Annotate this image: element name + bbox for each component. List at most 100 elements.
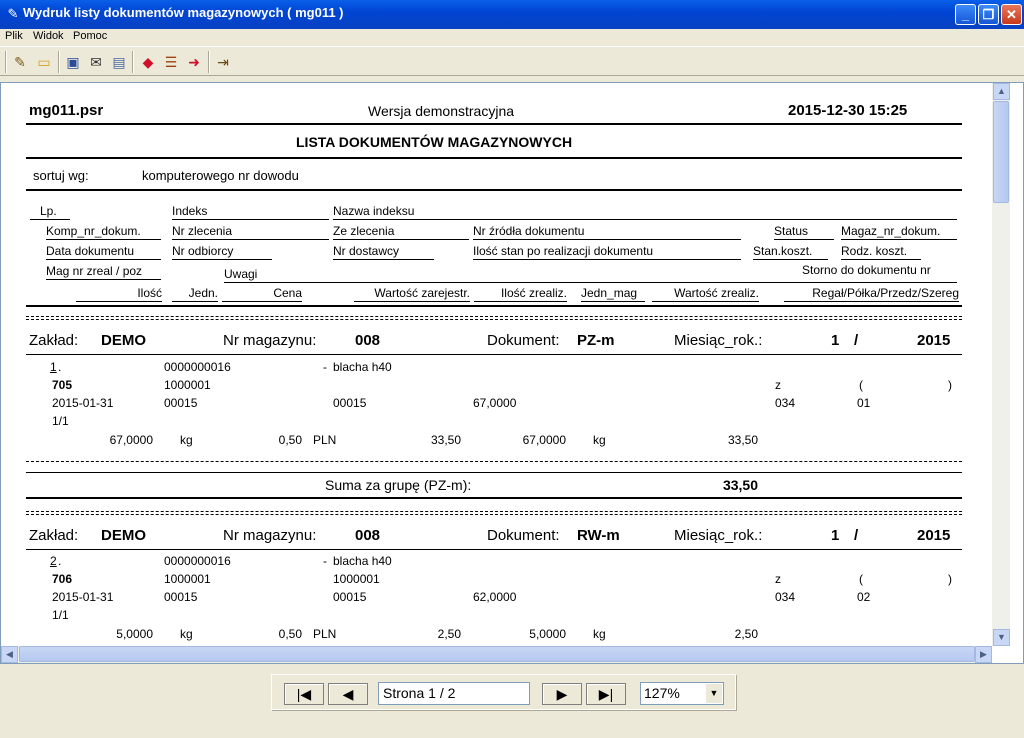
col-ilosc: Ilość [76, 286, 162, 302]
app-icon: ✎ [7, 6, 19, 21]
row-jednmag: kg [593, 433, 606, 447]
row-dostawcy: 00015 [333, 396, 367, 410]
horizontal-scrollbar[interactable]: ◀ ▶ [1, 646, 992, 663]
zaklad-label: Zakład: [29, 527, 79, 544]
row-stan: 62,0000 [473, 590, 517, 604]
row-odbiorcy: 00015 [164, 590, 198, 604]
email-icon[interactable]: ✉ [86, 52, 106, 72]
toolbar-separator [5, 51, 7, 73]
arrow-right-icon[interactable]: ➜ [184, 52, 204, 72]
row-wartzar: 2,50 [437, 627, 461, 641]
row-nazwa: blacha h40 [333, 554, 392, 568]
col-stankoszt: Stan.koszt. [753, 244, 828, 260]
miesiac-value: 1 [831, 527, 840, 544]
save-icon[interactable]: ▣ [63, 52, 83, 72]
toolbar: ✎ ▭ ▣ ✉ ▤ ◆ ☰ ➜ ⇥ [0, 46, 1024, 76]
exit-icon[interactable]: ⇥ [213, 52, 233, 72]
col-komp: Komp_nr_dokum. [46, 224, 161, 240]
row-wartzreal: 2,50 [734, 627, 758, 641]
list-icon[interactable]: ☰ [161, 52, 181, 72]
report-heading: LISTA DOKUMENTÓW MAGAZYNOWYCH [296, 134, 573, 150]
col-magaz: Magaz_nr_dokum. [841, 224, 957, 240]
page-indicator[interactable]: Strona 1 / 2 [378, 682, 530, 705]
minimize-button[interactable]: _ [955, 4, 976, 25]
menu-plik[interactable]: Plik [5, 30, 23, 42]
menu-widok[interactable]: Widok [33, 30, 64, 42]
rule [26, 497, 962, 499]
toolbar-separator [58, 51, 60, 73]
first-page-button[interactable]: |◀ [284, 683, 324, 705]
rule [26, 549, 962, 550]
rule [26, 354, 962, 355]
double-dash-rule [26, 316, 962, 320]
row-rodz: 02 [857, 590, 871, 604]
col-jedn: Jedn. [172, 286, 218, 302]
scroll-up-icon[interactable]: ▲ [993, 83, 1010, 100]
row-paren-open: ( [859, 572, 863, 586]
sort-label: sortuj wg: [33, 168, 89, 183]
row-zezlec: 1000001 [333, 572, 380, 586]
row-stankoszt: 034 [775, 590, 796, 604]
rok-value: 2015 [917, 332, 951, 349]
print-icon[interactable]: ▤ [109, 52, 129, 72]
chevron-down-icon[interactable]: ▼ [706, 684, 722, 703]
row-nrzlec: 1000001 [164, 378, 211, 392]
sum-value: 33,50 [722, 477, 758, 493]
menu-bar: Plik Widok Pomoc [0, 29, 1024, 46]
arrow-left-icon[interactable]: ◆ [138, 52, 158, 72]
version-label: Wersja demonstracyjna [368, 103, 515, 119]
row-paren-close: ) [948, 572, 952, 586]
col-ilosc-stan: Ilość stan po realizacji dokumentu [473, 244, 741, 260]
horizontal-scroll-thumb[interactable] [19, 646, 975, 662]
rule [26, 189, 962, 191]
edit-icon[interactable]: ✎ [10, 52, 30, 72]
row-dostawcy: 00015 [333, 590, 367, 604]
col-wartzreal: Wartość zrealiz. [652, 286, 759, 302]
zoom-value: 127% [644, 685, 680, 701]
toolbar-separator [132, 51, 134, 73]
row-cena: 0,50 [278, 433, 302, 447]
scroll-down-icon[interactable]: ▼ [993, 629, 1010, 646]
col-indeks: Indeks [172, 204, 329, 220]
menu-pomoc[interactable]: Pomoc [73, 30, 107, 42]
col-storno: Storno do dokumentu nr [802, 263, 931, 277]
close-button[interactable]: ✕ [1001, 4, 1022, 25]
scroll-right-icon[interactable]: ▶ [975, 646, 992, 663]
row-wartzreal: 33,50 [727, 433, 758, 447]
row-stankoszt: 034 [775, 396, 796, 410]
dokument-label: Dokument: [487, 527, 560, 544]
scroll-left-icon[interactable]: ◀ [1, 646, 18, 663]
col-odbiorcy: Nr odbiorcy [172, 244, 272, 260]
miesiac-value: 1 [831, 332, 840, 349]
next-page-button[interactable]: ▶ [542, 683, 582, 705]
rok-value: 2015 [917, 527, 951, 544]
vertical-scroll-thumb[interactable] [993, 101, 1009, 203]
col-nrzrodla: Nr źródła dokumentu [473, 224, 741, 240]
row-waluta: PLN [313, 433, 337, 447]
zoom-select[interactable]: 127% ▼ [640, 682, 724, 705]
row-odbiorcy: 00015 [164, 396, 198, 410]
rule [26, 123, 962, 125]
vertical-scrollbar[interactable]: ▲ ▼ [992, 83, 1010, 646]
nrmag-label: Nr magazynu: [223, 527, 317, 544]
rule [26, 305, 962, 307]
report-filename: mg011.psr [29, 102, 104, 119]
title-bar: ✎ Wydruk listy dokumentów magazynowych (… [0, 0, 1024, 29]
last-page-button[interactable]: ▶| [586, 683, 626, 705]
dokument-value: PZ-m [577, 332, 615, 349]
prev-page-button[interactable]: ◀ [328, 683, 368, 705]
row-jednmag: kg [593, 627, 606, 641]
open-folder-icon[interactable]: ▭ [34, 52, 54, 72]
report-page: mg011.psr Wersja demonstracyjna 2015-12-… [4, 87, 989, 646]
zaklad-label: Zakład: [29, 332, 79, 349]
nrmag-label: Nr magazynu: [223, 332, 317, 349]
row-magpoz: 1/1 [52, 414, 69, 428]
report-datetime: 2015-12-30 15:25 [788, 102, 908, 119]
row-lp: 1 [50, 360, 57, 374]
nrmag-value: 008 [355, 332, 381, 349]
dash-rule [26, 461, 962, 462]
col-lp: Lp. [30, 204, 70, 220]
row-ilosczreal: 5,0000 [529, 627, 566, 641]
row-indeks: 0000000016 [164, 360, 231, 374]
maximize-button[interactable]: ❐ [978, 4, 999, 25]
